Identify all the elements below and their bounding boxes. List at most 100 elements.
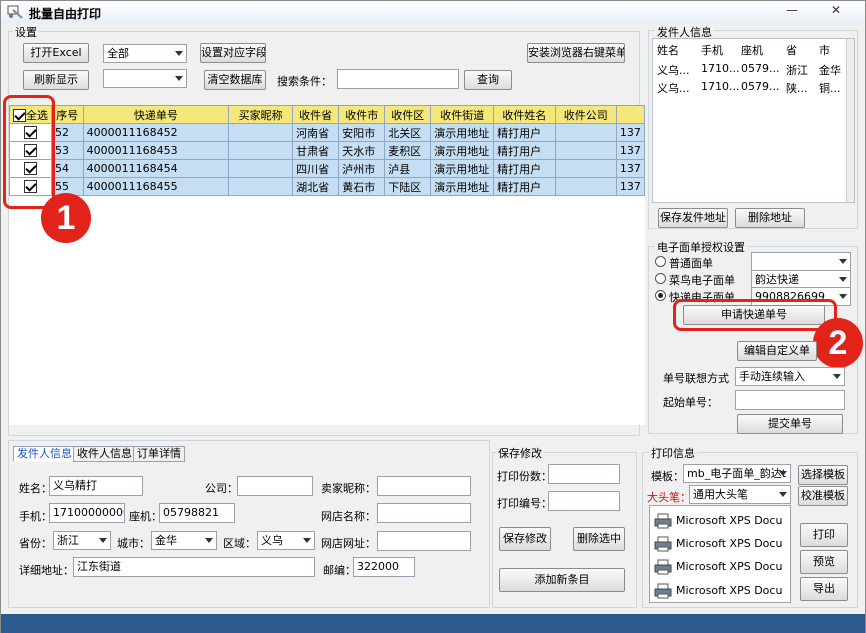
set-fields-button[interactable]: 设置对应字段: [200, 43, 266, 63]
table-row[interactable]: 52 4000011168452 河南省 安阳市 北关区 演示用地址 精打用户 …: [9, 123, 645, 142]
col-city[interactable]: 收件市: [338, 105, 386, 124]
printer-item[interactable]: Microsoft XPS Docu: [650, 510, 790, 532]
assoc-label: 单号联想方式: [663, 372, 729, 385]
cell-tracking: 4000011168454: [82, 159, 230, 178]
cell-company: [554, 123, 617, 142]
step-marker-1: 1: [41, 193, 91, 243]
preview-button[interactable]: 预览: [800, 550, 848, 574]
sender-row-2-phone[interactable]: 0579...: [741, 80, 779, 93]
phone-input[interactable]: 05798821: [159, 503, 235, 523]
query-button[interactable]: 查询: [464, 70, 512, 90]
sender-col-name[interactable]: 姓名: [657, 42, 679, 58]
save-mod-button[interactable]: 保存修改: [499, 527, 551, 551]
open-excel-button[interactable]: 打开Excel: [23, 43, 89, 63]
radio-cainiao[interactable]: [655, 273, 666, 284]
filter-select[interactable]: 全部: [103, 44, 187, 63]
template-select[interactable]: mb_电子面单_韵达t: [683, 464, 791, 483]
address-input[interactable]: 江东街道: [73, 557, 315, 577]
printer-item[interactable]: Microsoft XPS Docu: [650, 580, 790, 602]
radio-normal[interactable]: [655, 256, 666, 267]
radio-express[interactable]: [655, 290, 666, 301]
name-input[interactable]: 义乌精打: [49, 476, 143, 496]
filter-select-2[interactable]: [103, 69, 187, 88]
refresh-button[interactable]: 刷新显示: [23, 70, 89, 90]
sender-col-phone[interactable]: 座机: [741, 42, 763, 58]
sender-scrollbar[interactable]: [846, 39, 854, 202]
col-buyer[interactable]: 买家昵称: [228, 105, 294, 124]
sender-row-2-name[interactable]: 义乌...: [657, 80, 690, 96]
export-button[interactable]: 导出: [800, 577, 848, 601]
form-panel: [8, 440, 490, 608]
col-street[interactable]: 收件街道: [430, 105, 495, 124]
cell-name: 精打用户: [493, 177, 556, 196]
printer-icon: [654, 536, 672, 552]
delete-sender-button[interactable]: 删除地址: [735, 208, 805, 228]
sender-col-province[interactable]: 省: [786, 42, 797, 58]
table-row[interactable]: 54 4000011168454 四川省 泸州市 泸县 演示用地址 精打用户 1…: [9, 159, 645, 178]
cell-seq: 52: [51, 123, 84, 142]
url-input[interactable]: [377, 531, 471, 551]
print-button[interactable]: 打印: [800, 523, 848, 547]
sender-row-2-province[interactable]: 陕...: [786, 80, 808, 96]
title-bar: 批量自由打印 — ✕: [1, 1, 865, 23]
col-district[interactable]: 收件区: [384, 105, 432, 124]
save-sender-button[interactable]: 保存发件地址: [658, 208, 728, 228]
cell-buyer: [228, 177, 294, 196]
bighead-label: 大头笔：: [647, 491, 691, 504]
col-province[interactable]: 收件省: [292, 105, 340, 124]
cell-tracking: 4000011168453: [82, 141, 230, 160]
col-tracking[interactable]: 快递单号: [82, 105, 230, 124]
sender-row-1-province[interactable]: 浙江: [786, 62, 808, 78]
carrier-select-value: 韵达快递: [755, 273, 799, 286]
sender-row-1-phone[interactable]: 0579...: [741, 62, 779, 75]
col-name[interactable]: 收件姓名: [493, 105, 556, 124]
table-row[interactable]: 55 4000011168455 湖北省 黄石市 下陆区 演示用地址 精打用户 …: [9, 177, 645, 196]
delete-selected-button[interactable]: 删除选中: [573, 527, 625, 551]
print-number-input[interactable]: [548, 491, 620, 511]
sender-col-mobile[interactable]: 手机: [701, 42, 723, 58]
start-number-input[interactable]: [735, 390, 845, 410]
company-input[interactable]: [237, 476, 313, 496]
sender-row-2-city[interactable]: 铜...: [819, 80, 841, 96]
tab-sender[interactable]: 发件人信息: [13, 446, 76, 462]
cell-name: 精打用户: [493, 141, 556, 160]
select-template-button[interactable]: 选择模板: [798, 465, 848, 485]
eorder-blank-select[interactable]: [751, 252, 851, 271]
province-select[interactable]: 浙江: [53, 531, 111, 550]
seller-input[interactable]: [377, 476, 471, 496]
table-row[interactable]: 53 4000011168453 甘肃省 天水市 麦积区 演示用地址 精打用户 …: [9, 141, 645, 160]
area-select[interactable]: 义乌: [257, 531, 315, 550]
sender-col-city[interactable]: 市: [819, 42, 830, 58]
close-button[interactable]: ✕: [823, 3, 849, 20]
shop-input[interactable]: [377, 503, 471, 523]
col-company[interactable]: 收件公司: [554, 105, 617, 124]
calibrate-template-button[interactable]: 校准模板: [798, 486, 848, 506]
search-input[interactable]: [337, 69, 459, 89]
printer-list: Microsoft XPS Docu Microsoft XPS Docu Mi…: [649, 505, 791, 603]
cell-city: 天水市: [338, 141, 386, 160]
sender-row-1-name[interactable]: 义乌...: [657, 62, 690, 78]
minimize-button[interactable]: —: [779, 3, 805, 20]
sender-row-2-mobile[interactable]: 1710...: [701, 80, 739, 93]
printer-item[interactable]: Microsoft XPS Docu: [650, 556, 790, 578]
copies-input[interactable]: [548, 464, 620, 484]
clear-db-button[interactable]: 清空数据库: [204, 70, 266, 90]
city-select[interactable]: 金华: [151, 531, 217, 550]
install-menu-button[interactable]: 安装浏览器右键菜单: [527, 43, 625, 63]
bighead-select[interactable]: 通用大头笔: [689, 485, 791, 504]
printer-item[interactable]: Microsoft XPS Docu: [650, 533, 790, 555]
col-extra[interactable]: [615, 105, 645, 124]
submit-number-button[interactable]: 提交单号: [737, 414, 843, 434]
cell-province: 河南省: [292, 123, 340, 142]
sender-row-1-mobile[interactable]: 1710...: [701, 62, 739, 75]
tab-order[interactable]: 订单详情: [133, 446, 185, 462]
tab-receiver[interactable]: 收件人信息: [73, 446, 136, 462]
assoc-select[interactable]: 手动连续输入: [735, 367, 845, 386]
assoc-select-value: 手动连续输入: [739, 370, 805, 383]
sender-row-1-city[interactable]: 金华: [819, 62, 841, 78]
zip-input[interactable]: 322000: [353, 557, 415, 577]
edit-custom-button[interactable]: 编辑自定义单: [737, 341, 817, 361]
add-entry-button[interactable]: 添加新条目: [499, 568, 625, 592]
col-seq[interactable]: 序号: [51, 105, 84, 124]
mobile-input[interactable]: 17100000000: [49, 503, 125, 523]
